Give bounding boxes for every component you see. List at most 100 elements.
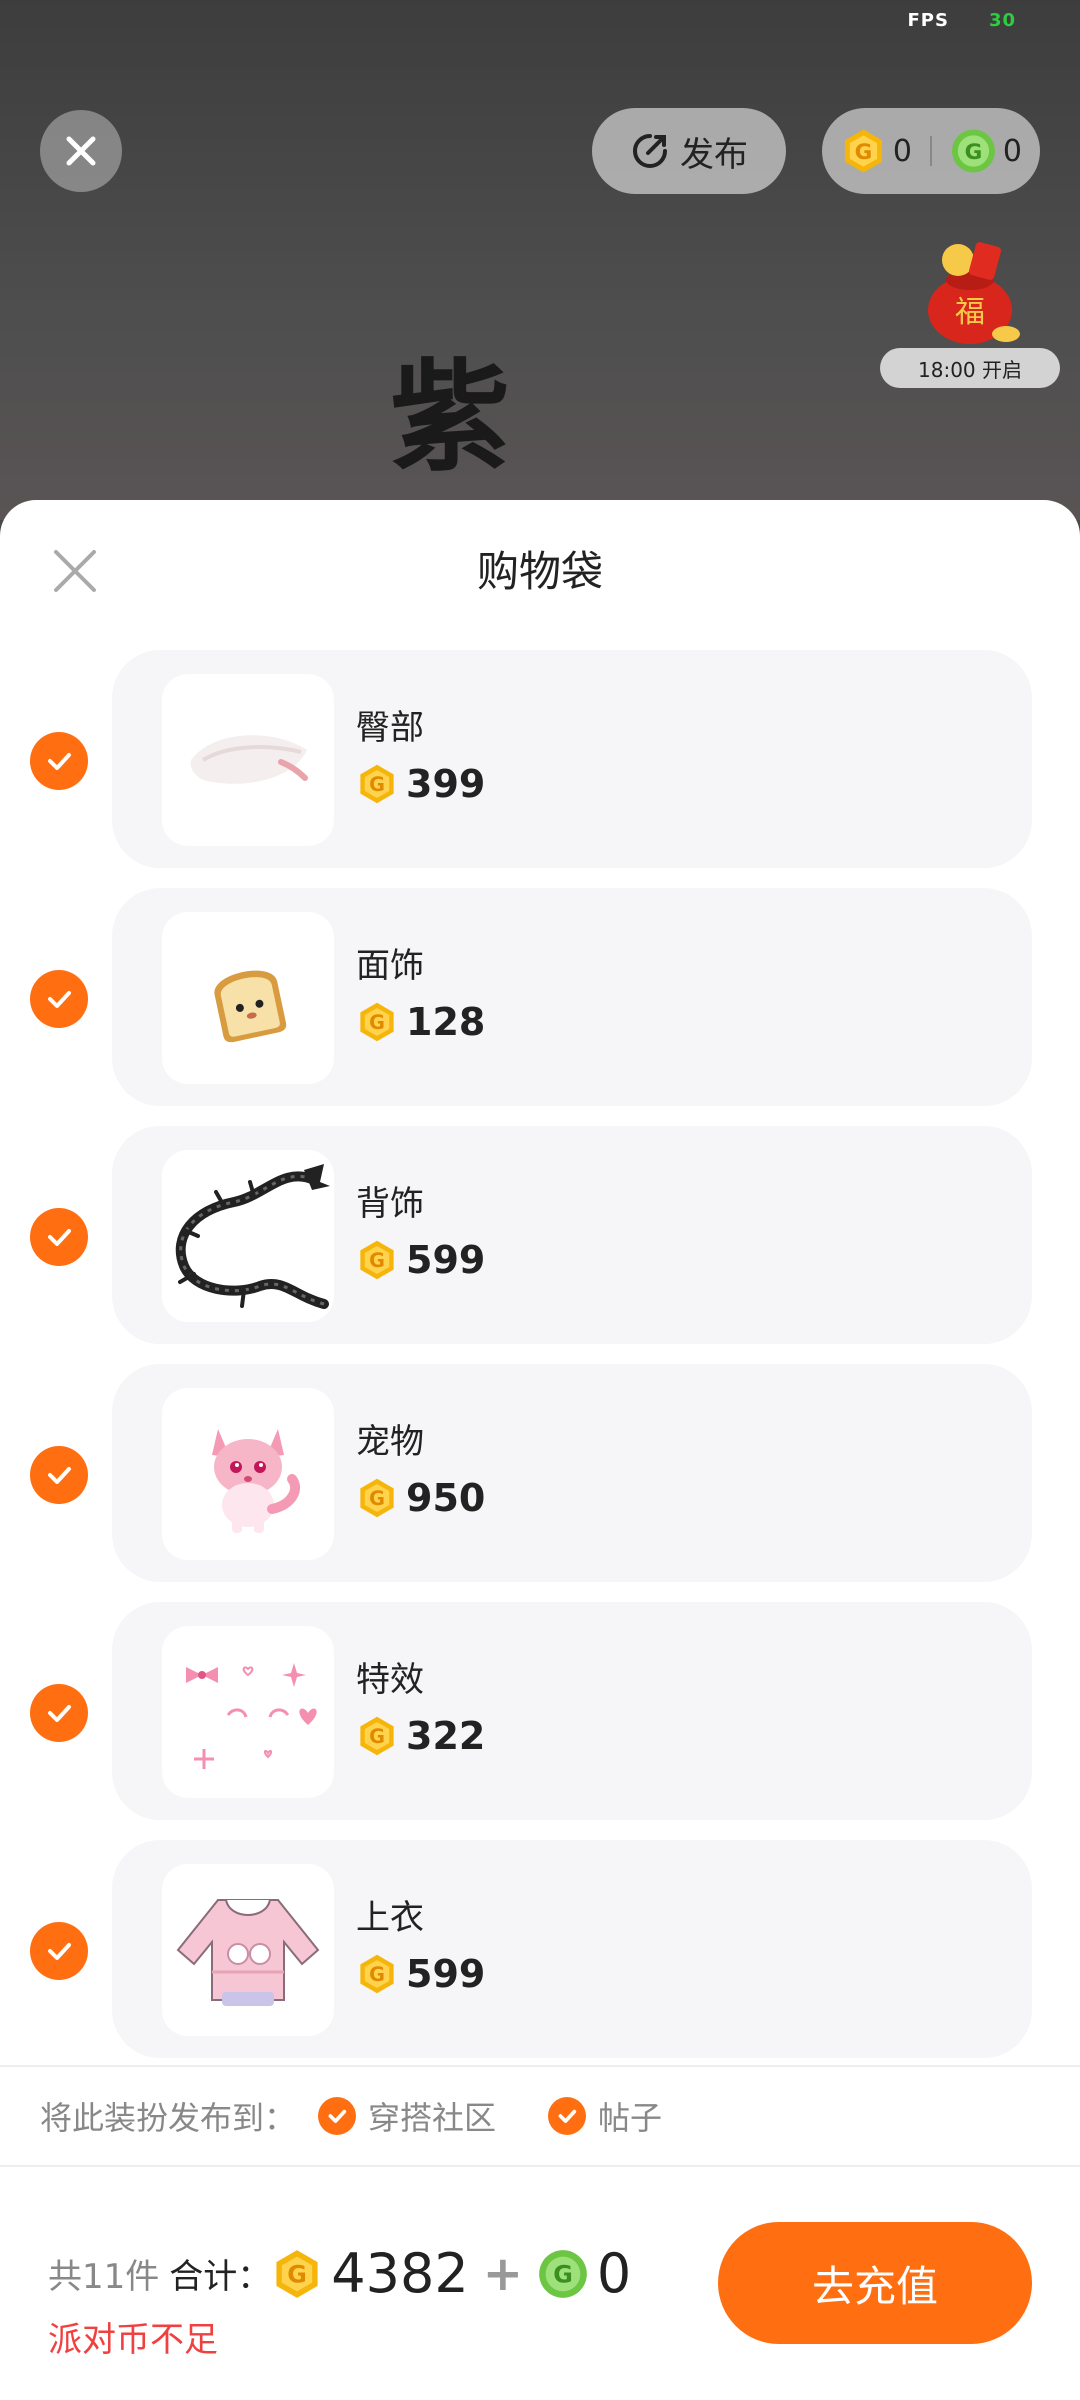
option-checkbox[interactable]: [548, 2097, 587, 2135]
item-card[interactable]: 背饰 G 599: [112, 1126, 1032, 1344]
sheet-header: 购物袋: [0, 500, 1080, 640]
check-icon: [558, 2109, 577, 2123]
option-checkbox[interactable]: [318, 2097, 357, 2135]
item-name: 宠物: [356, 1422, 424, 1462]
balance-pill[interactable]: G 0 G 0: [822, 108, 1040, 194]
item-price: G 599: [356, 1952, 485, 1996]
cart-item-list[interactable]: 臀部 G 399 面饰 G 128 背饰 G 599 宠物 G 950 特效 G…: [0, 650, 1080, 2078]
scene-close-button[interactable]: [40, 110, 122, 192]
item-checkbox[interactable]: [30, 1446, 88, 1504]
gold-coin-icon: G: [360, 764, 394, 804]
svg-text:G: G: [369, 1011, 385, 1034]
item-name: 臀部: [356, 708, 424, 748]
gold-coin-icon: G: [844, 129, 883, 173]
item-price-value: 950: [406, 1476, 486, 1520]
check-icon: [48, 1705, 71, 1722]
svg-text:G: G: [369, 773, 385, 796]
item-price-value: 599: [406, 1238, 486, 1282]
game-scene-background: FPS 30 发布 G 0 G 0 福 18:00 开启 紫: [0, 0, 1080, 520]
item-name: 背饰: [356, 1184, 424, 1224]
svg-text:G: G: [855, 140, 873, 165]
item-name: 特效: [356, 1660, 424, 1700]
cart-item[interactable]: 臀部 G 399: [0, 650, 1080, 888]
publish-icon: [633, 134, 667, 168]
gold-coin-icon: G: [276, 2249, 318, 2298]
green-coin-icon: G: [951, 129, 995, 173]
sheet-title: 购物袋: [476, 547, 603, 596]
check-icon: [48, 1943, 71, 1960]
item-price-value: 599: [406, 1952, 486, 1996]
lucky-bag-icon: 福: [910, 230, 1030, 350]
gold-coin-icon: G: [360, 1716, 394, 1756]
item-price: G 599: [356, 1238, 485, 1282]
cart-item[interactable]: 背饰 G 599: [0, 1126, 1080, 1364]
item-card[interactable]: 面饰 G 128: [112, 888, 1032, 1106]
plus-sign: +: [482, 2245, 523, 2302]
gold-coin-icon: G: [360, 1478, 394, 1518]
cart-item[interactable]: 特效 G 322: [0, 1602, 1080, 1840]
item-count: 共11件: [48, 2257, 160, 2297]
item-checkbox[interactable]: [30, 1922, 88, 1980]
recharge-button[interactable]: 去充值: [718, 2222, 1032, 2344]
green-total: 0: [596, 2242, 632, 2305]
fluffy-tail-icon: [162, 674, 334, 846]
publish-to-row: 将此装扮发布到： 穿搭社区 帖子: [0, 2065, 1080, 2167]
gold-total: 4382: [331, 2242, 469, 2305]
total-label: 合计：: [169, 2257, 272, 2297]
item-checkbox[interactable]: [30, 1208, 88, 1266]
event-widget[interactable]: 福 18:00 开启: [880, 230, 1060, 388]
svg-text:G: G: [287, 2260, 307, 2288]
svg-text:G: G: [369, 1249, 385, 1272]
item-card[interactable]: 臀部 G 399: [112, 650, 1032, 868]
close-icon: [66, 136, 96, 166]
toast-face-icon: [162, 912, 334, 1084]
shopping-bag-sheet: 购物袋 臀部 G 399 面饰 G 128 背饰 G 599 宠物 G 950 …: [0, 500, 1080, 2400]
black-dragon-icon: [162, 1150, 334, 1322]
fps-counter: FPS 30: [907, 10, 1016, 31]
publish-button[interactable]: 发布: [592, 108, 786, 194]
svg-text:G: G: [369, 1963, 385, 1986]
checkout-footer: 共11件 合计： G 4382 + G 0 派对币不足 去充值: [0, 2190, 1080, 2400]
publish-option-post[interactable]: 帖子: [548, 2093, 662, 2139]
gold-coin-icon: G: [360, 1002, 394, 1042]
svg-text:G: G: [369, 1725, 385, 1748]
cart-item[interactable]: 上衣 G 599: [0, 1840, 1080, 2078]
item-price-value: 128: [406, 1000, 486, 1044]
fps-label: FPS: [907, 10, 949, 31]
item-card[interactable]: 上衣 G 599: [112, 1840, 1032, 2058]
cart-item[interactable]: 宠物 G 950: [0, 1364, 1080, 1602]
green-coin-icon: G: [539, 2249, 587, 2298]
total-line: 共11件 合计： G 4382 + G 0: [48, 2242, 631, 2305]
svg-text:G: G: [553, 2260, 573, 2288]
check-icon: [48, 1467, 71, 1484]
svg-text:G: G: [369, 1487, 385, 1510]
fps-value: 30: [988, 10, 1016, 31]
item-card[interactable]: 宠物 G 950: [112, 1364, 1032, 1582]
item-price: G 399: [356, 762, 485, 806]
green-balance: 0: [1002, 133, 1022, 169]
event-time-label: 18:00 开启: [880, 348, 1060, 388]
item-card[interactable]: 特效 G 322: [112, 1602, 1032, 1820]
option-label: 穿搭社区: [368, 2099, 497, 2137]
pink-fox-pet-icon: [162, 1388, 334, 1560]
item-checkbox[interactable]: [30, 970, 88, 1028]
publish-to-label: 将此装扮发布到：: [40, 2099, 297, 2137]
item-price: G 322: [356, 1714, 485, 1758]
item-price-value: 322: [406, 1714, 486, 1758]
svg-text:G: G: [965, 140, 983, 165]
sparkle-effect-icon: [162, 1626, 334, 1798]
publish-label: 发布: [680, 134, 748, 175]
balance-divider: [930, 136, 932, 166]
item-name: 面饰: [356, 946, 424, 986]
item-checkbox[interactable]: [30, 1684, 88, 1742]
item-checkbox[interactable]: [30, 732, 88, 790]
check-icon: [48, 753, 71, 770]
check-icon: [48, 991, 71, 1008]
background-graffiti-text: 紫: [390, 347, 530, 488]
publish-option-community[interactable]: 穿搭社区: [318, 2093, 496, 2139]
check-icon: [328, 2109, 347, 2123]
gold-coin-icon: G: [360, 1954, 394, 1994]
svg-text:福: 福: [955, 295, 985, 330]
gold-coin-icon: G: [360, 1240, 394, 1280]
cart-item[interactable]: 面饰 G 128: [0, 888, 1080, 1126]
